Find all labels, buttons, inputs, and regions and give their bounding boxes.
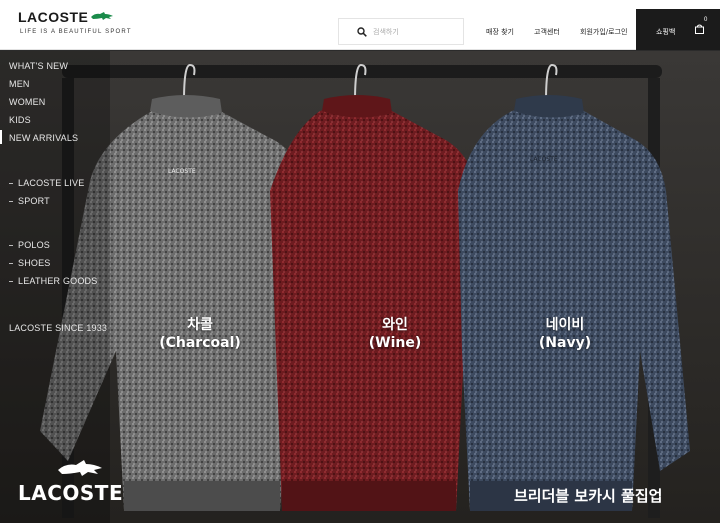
svg-text:LACOSTE: LACOSTE — [168, 168, 196, 175]
color-name-en: (Navy) — [538, 335, 592, 351]
bullet-icon — [9, 263, 13, 264]
site-header: LACOSTE LIFE IS A BEAUTIFUL SPORT 매장 찾기 … — [0, 0, 720, 50]
color-name-en: (Charcoal) — [159, 335, 241, 351]
nav-kids[interactable]: KIDS — [9, 115, 31, 125]
color-name-en: (Wine) — [368, 335, 422, 351]
bullet-icon — [9, 281, 13, 282]
color-name-ko: 네이비 — [545, 317, 585, 333]
search-input[interactable] — [373, 24, 459, 40]
search-icon[interactable] — [357, 27, 367, 37]
crocodile-icon — [58, 460, 102, 476]
nav-sport[interactable]: SPORT — [18, 196, 50, 206]
nav-lacoste-live[interactable]: LACOSTE LIVE — [18, 178, 84, 188]
shopping-bag-icon — [695, 24, 704, 34]
hero-banner[interactable]: LACOSTE LACOSTE WHAT'S NEW MEN WOMEN KID… — [0, 51, 720, 523]
lacoste-logo[interactable]: LACOSTE — [18, 9, 113, 27]
nav-polos[interactable]: POLOS — [18, 240, 50, 250]
shopping-bag-label: 쇼핑백 — [656, 28, 676, 36]
customer-center-link[interactable]: 고객센터 — [534, 27, 560, 37]
bullet-icon — [9, 245, 13, 246]
color-label-charcoal: 차콜 (Charcoal) — [150, 316, 250, 352]
tagline: LIFE IS A BEAUTIFUL SPORT — [20, 29, 132, 35]
signup-login-link[interactable]: 회원가입/로그인 — [580, 27, 627, 37]
nav-active-indicator — [0, 130, 2, 144]
logo-text: LACOSTE — [18, 9, 89, 25]
bottom-brand-logo: LACOSTE — [18, 481, 124, 505]
search-box[interactable] — [338, 18, 464, 45]
bullet-icon — [9, 183, 13, 184]
bullet-icon — [9, 201, 13, 202]
store-locator-link[interactable]: 매장 찾기 — [486, 27, 514, 37]
nav-shoes[interactable]: SHOES — [18, 258, 51, 268]
nav-men[interactable]: MEN — [9, 79, 30, 89]
nav-lacoste-since-1933[interactable]: LACOSTE SINCE 1933 — [9, 323, 107, 333]
nav-whats-new[interactable]: WHAT'S NEW — [9, 61, 68, 71]
nav-leather-goods[interactable]: LEATHER GOODS — [18, 276, 97, 286]
svg-text:LACOSTE: LACOSTE — [530, 156, 558, 163]
nav-women[interactable]: WOMEN — [9, 97, 46, 107]
color-name-ko: 와인 — [382, 317, 408, 333]
cart-count-badge: 0 — [704, 17, 708, 23]
color-label-navy: 네이비 (Navy) — [520, 316, 610, 352]
sweaters-photo: LACOSTE LACOSTE — [0, 51, 720, 523]
shopping-bag-button[interactable]: 쇼핑백 0 — [636, 9, 720, 50]
color-name-ko: 차콜 — [187, 317, 213, 333]
crocodile-icon — [91, 12, 113, 20]
product-title: 브리더블 보카시 풀집업 — [514, 487, 663, 505]
color-label-wine: 와인 (Wine) — [350, 316, 440, 352]
nav-new-arrivals[interactable]: NEW ARRIVALS — [9, 133, 78, 143]
